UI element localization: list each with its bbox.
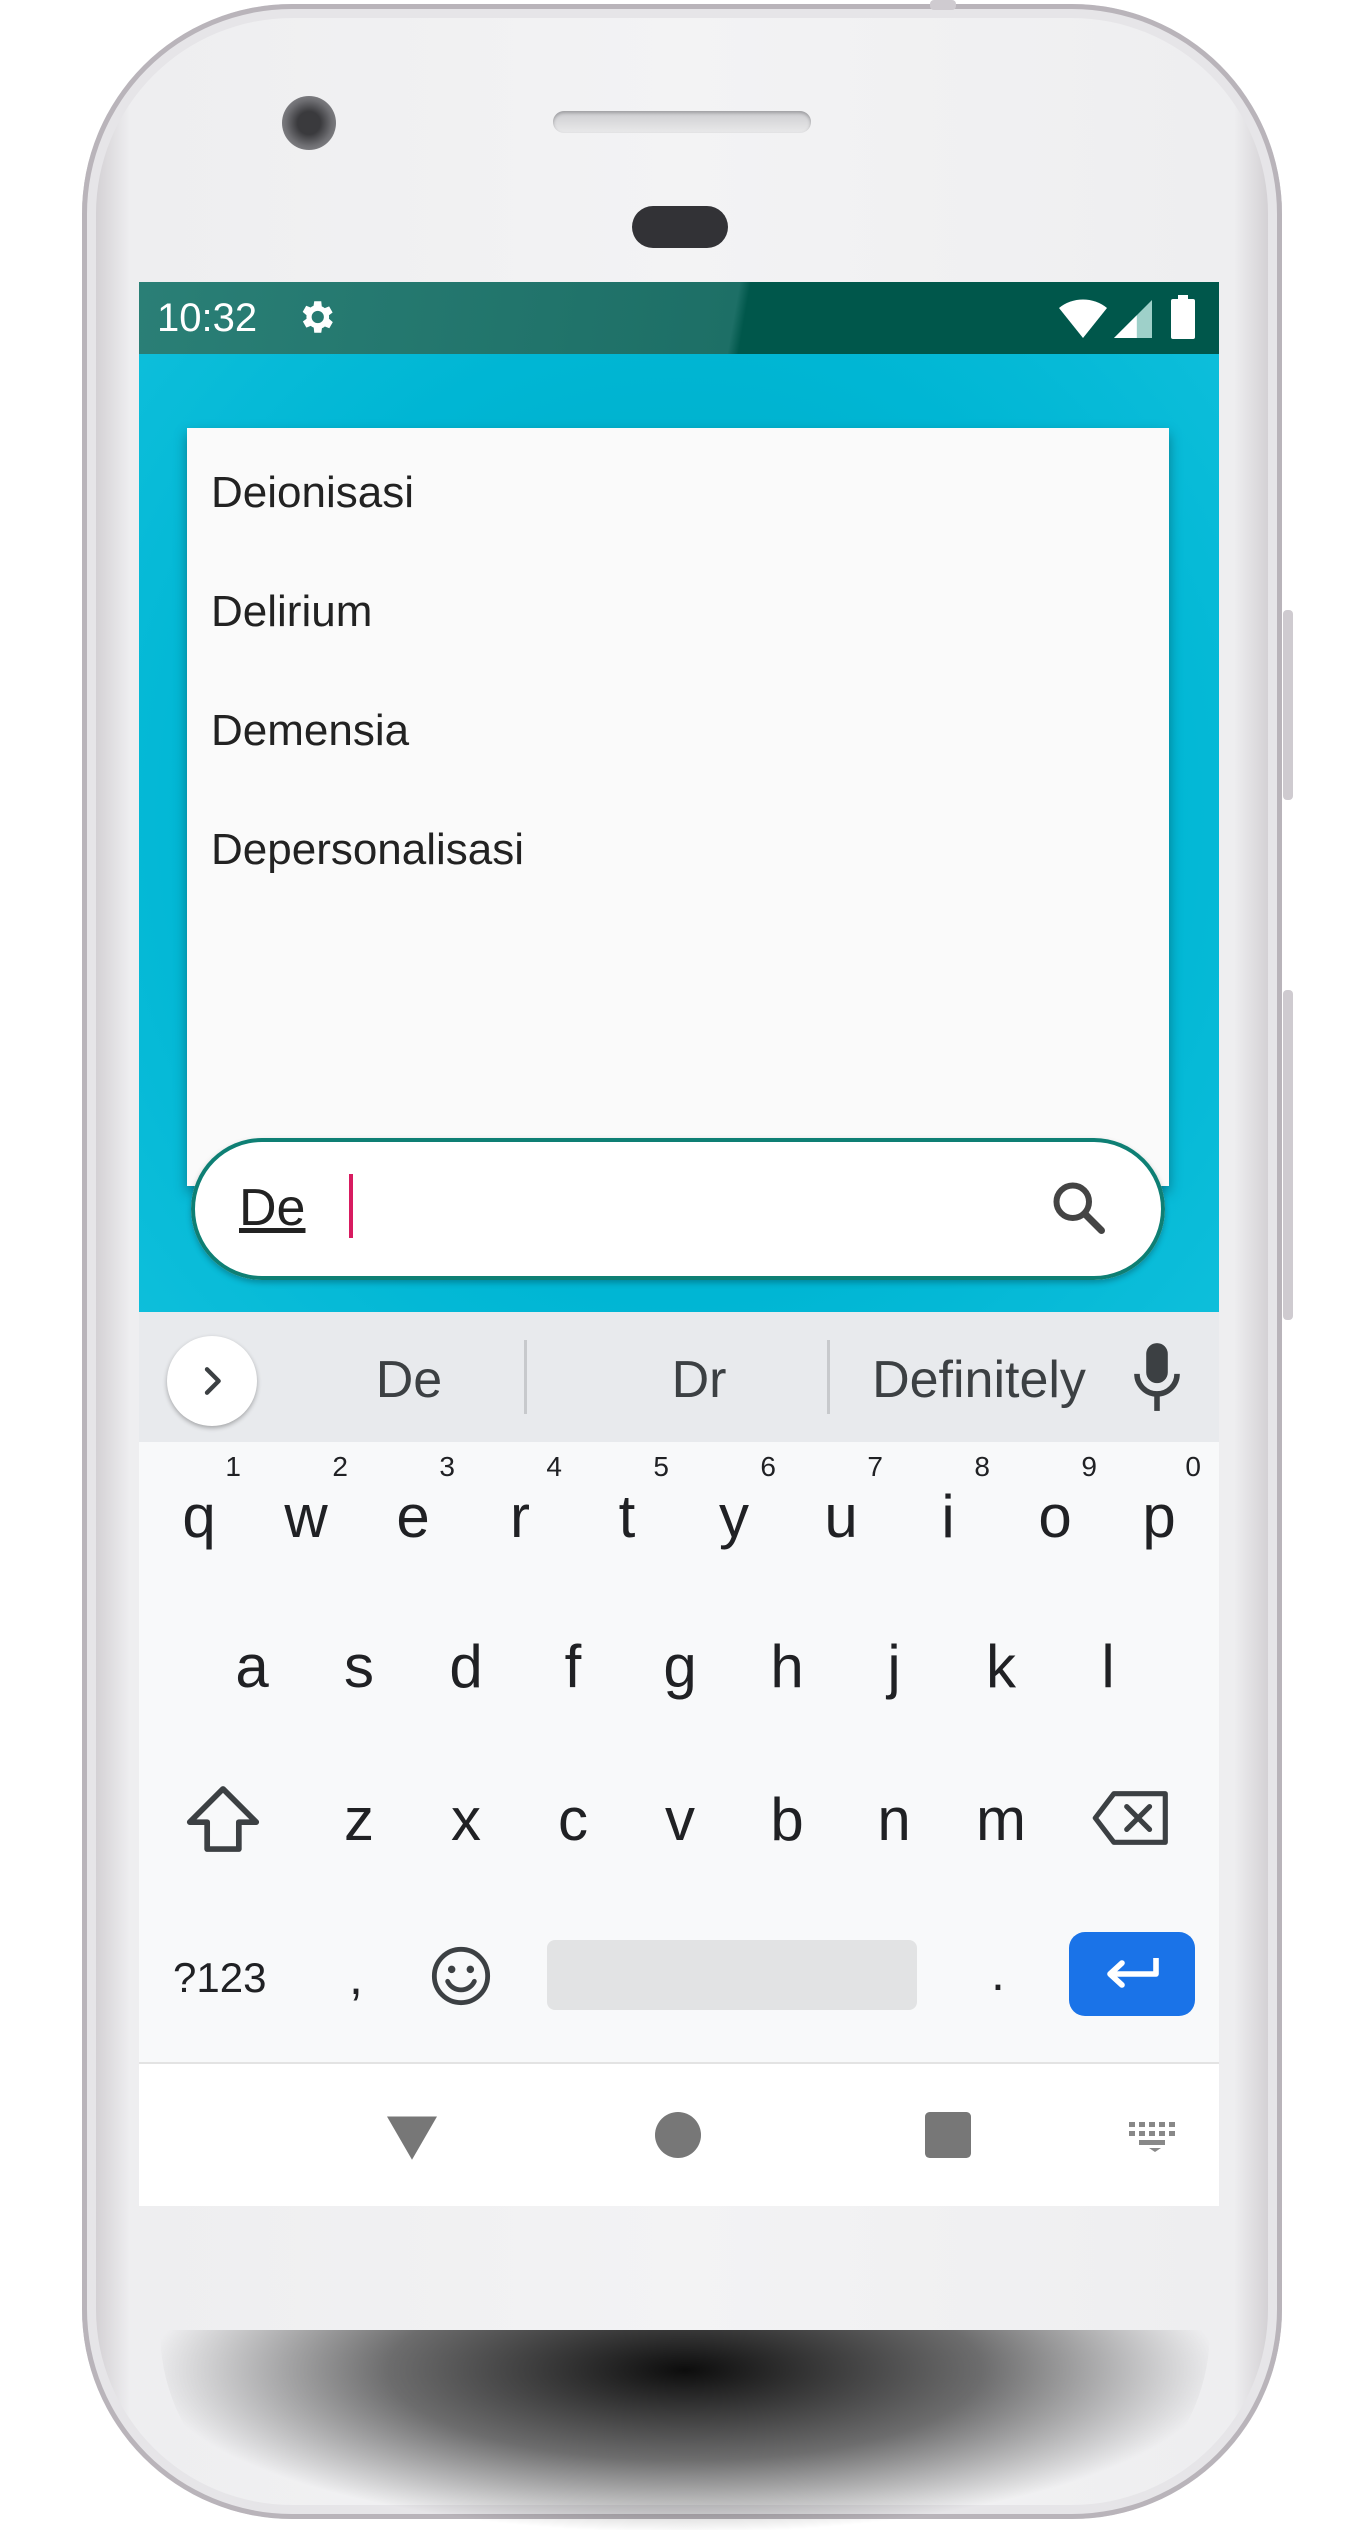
key-e[interactable]: e3 [363, 1453, 463, 1577]
front-camera [282, 96, 336, 150]
key-x[interactable]: x [416, 1760, 516, 1880]
recents-icon[interactable] [925, 2112, 971, 2158]
key-l[interactable]: l [1058, 1607, 1158, 1727]
key-label: i [941, 1483, 955, 1550]
dropdown-item-deionisasi[interactable]: Deionisasi [211, 468, 414, 518]
phone-shadow [160, 2330, 1210, 2530]
key-hint: 8 [974, 1451, 990, 1482]
key-label: u [824, 1483, 858, 1550]
text-caret [349, 1174, 353, 1238]
key-p[interactable]: p0 [1109, 1453, 1209, 1577]
dropdown-item-demensia[interactable]: Demensia [211, 706, 409, 756]
key-label: t [618, 1483, 636, 1550]
dropdown-item-delirium[interactable]: Delirium [211, 587, 372, 637]
key-h[interactable]: h [737, 1607, 837, 1727]
key-u[interactable]: u7 [791, 1453, 891, 1577]
key-s[interactable]: s [309, 1607, 409, 1727]
enter-icon [1107, 1958, 1159, 1988]
suggestion-separator [827, 1340, 830, 1414]
keyboard-switch-icon[interactable] [1129, 2122, 1181, 2152]
suggestion-3[interactable]: Definitely [839, 1350, 1119, 1410]
key-hint: 7 [867, 1451, 883, 1482]
suggestion-separator [524, 1340, 527, 1414]
backspace-icon[interactable] [1091, 1788, 1171, 1848]
key-hint: 2 [332, 1451, 348, 1482]
search-input[interactable]: De [239, 1178, 305, 1238]
key-label: p [1142, 1483, 1176, 1550]
period-key[interactable]: . [991, 1944, 1005, 2002]
autocomplete-dropdown: Deionisasi Delirium Demensia Depersonali… [187, 428, 1169, 1186]
key-label: e [396, 1483, 430, 1550]
power-button [1283, 610, 1293, 800]
status-time: 10:32 [157, 296, 258, 340]
gear-icon [302, 301, 333, 333]
key-label: r [510, 1483, 530, 1550]
suggestion-2[interactable]: Dr [579, 1350, 819, 1410]
suggestion-1[interactable]: De [289, 1350, 529, 1410]
search-icon[interactable] [1049, 1178, 1109, 1238]
soft-keyboard: De Dr Definitely q1 w2 e3 r4 t5 y6 u7 i8… [139, 1312, 1219, 2062]
key-j[interactable]: j [844, 1607, 944, 1727]
key-d[interactable]: d [416, 1607, 516, 1727]
key-label: y [719, 1483, 749, 1550]
enter-key[interactable] [1069, 1932, 1195, 2016]
key-c[interactable]: c [523, 1760, 623, 1880]
search-field[interactable]: De [191, 1138, 1165, 1280]
emoji-icon[interactable] [429, 1944, 493, 2008]
key-y[interactable]: y6 [684, 1453, 784, 1577]
key-label: q [182, 1483, 216, 1550]
expand-suggestions-button[interactable] [167, 1336, 257, 1426]
proximity-sensor [632, 206, 728, 248]
key-area: q1 w2 e3 r4 t5 y6 u7 i8 o9 p0 a s d f g … [139, 1442, 1219, 2062]
key-n[interactable]: n [844, 1760, 944, 1880]
battery-icon [1171, 295, 1195, 339]
key-hint: 9 [1081, 1451, 1097, 1482]
screen: 10:32 Deionisasi Delirium Demensia Deper… [139, 282, 1219, 2206]
key-hint: 6 [760, 1451, 776, 1482]
earpiece-speaker [553, 111, 811, 133]
key-label: o [1038, 1483, 1072, 1550]
suggestion-strip: De Dr Definitely [139, 1312, 1219, 1442]
key-hint: 5 [653, 1451, 669, 1482]
key-m[interactable]: m [951, 1760, 1051, 1880]
cellular-icon [1114, 300, 1152, 338]
status-bar: 10:32 [139, 282, 1219, 354]
key-label: w [284, 1483, 328, 1550]
key-o[interactable]: o9 [1005, 1453, 1105, 1577]
space-key[interactable] [547, 1940, 917, 2010]
volume-button [1283, 990, 1293, 1320]
dropdown-item-depersonalisasi[interactable]: Depersonalisasi [211, 825, 524, 875]
key-f[interactable]: f [523, 1607, 623, 1727]
key-hint: 3 [439, 1451, 455, 1482]
key-v[interactable]: v [630, 1760, 730, 1880]
navigation-bar [139, 2062, 1219, 2206]
key-w[interactable]: w2 [256, 1453, 356, 1577]
key-a[interactable]: a [202, 1607, 302, 1727]
home-icon[interactable] [655, 2112, 701, 2158]
key-q[interactable]: q1 [149, 1453, 249, 1577]
chevron-right-icon [204, 1367, 221, 1395]
key-b[interactable]: b [737, 1760, 837, 1880]
key-k[interactable]: k [951, 1607, 1051, 1727]
comma-key[interactable]: , [349, 1948, 363, 2006]
top-button [930, 0, 956, 10]
back-icon[interactable] [384, 2112, 440, 2162]
key-hint: 4 [546, 1451, 562, 1482]
symbols-key[interactable]: ?123 [173, 1954, 266, 2002]
key-i[interactable]: i8 [898, 1453, 998, 1577]
shift-icon[interactable] [185, 1784, 261, 1854]
key-z[interactable]: z [309, 1760, 409, 1880]
mic-icon[interactable] [1131, 1340, 1183, 1414]
wifi-icon [1059, 299, 1107, 338]
key-r[interactable]: r4 [470, 1453, 570, 1577]
key-hint: 1 [225, 1451, 241, 1482]
key-g[interactable]: g [630, 1607, 730, 1727]
key-hint: 0 [1185, 1451, 1201, 1482]
key-t[interactable]: t5 [577, 1453, 677, 1577]
